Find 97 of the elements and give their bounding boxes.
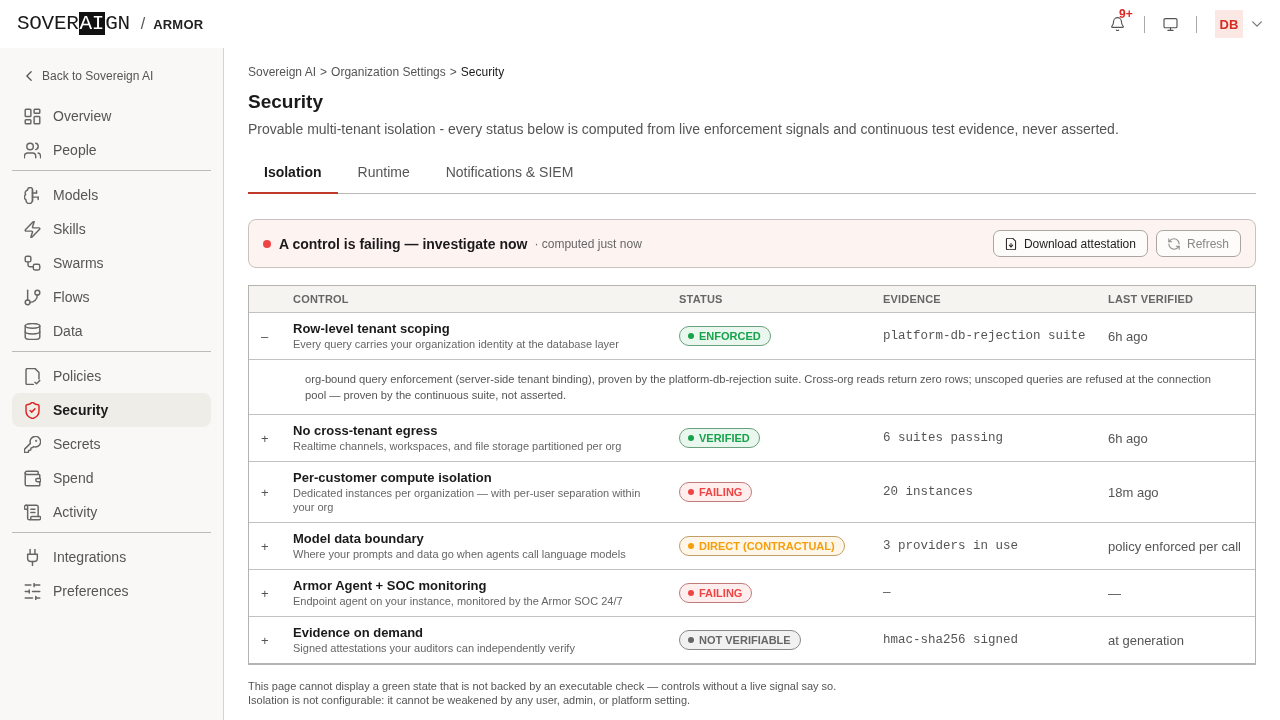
status-label: NOT VERIFIABLE [699,634,791,646]
evidence-text: 3 providers in use [883,539,1020,553]
evidence-text: 20 instances [883,485,974,499]
monitor-icon[interactable] [1163,17,1178,31]
database-icon [24,322,41,340]
lightning-icon [24,220,41,238]
control-description: Dedicated instances per organization — with per-user separation within your org [293,486,642,514]
expand-toggle[interactable]: + [261,484,269,500]
expand-toggle[interactable]: + [261,430,269,446]
tab[interactable]: Runtime [341,154,426,194]
control-name: No cross-tenant egress [293,423,439,439]
status-label: ENFORCED [699,330,761,342]
sidebar-item[interactable]: Activity [12,495,211,529]
expand-toggle[interactable]: – [261,328,269,344]
evidence-text: hmac-sha256 signed [883,633,1020,647]
evidence-text: platform-db-rejection suite [883,329,1087,343]
refresh-icon [1167,237,1180,250]
expand-toggle[interactable]: + [261,538,269,554]
sidebar-item[interactable]: Preferences [12,574,211,608]
control-description: Every query carries your organization identity at the database layer [293,337,620,351]
bell-icon[interactable] [1111,17,1124,31]
last-verified-text: 18m ago [1108,484,1160,500]
key-icon [24,435,41,453]
page-title: Security [248,90,324,114]
sidebar-item[interactable]: Overview [12,99,211,133]
row-detail-text: org-bound query enforcement (server-side tenant binding), proven by the platform-db-rejection suite. Cross-org reads return zero rows; unscoped queries are refused at the connection pool — proven by the continuous suite, not asserted. [305,372,1213,403]
sliders-icon [24,582,41,600]
branch-icon [24,288,41,306]
back-link[interactable]: Back to Sovereign AI [12,64,211,88]
column-header: STATUS [679,293,724,305]
control-name: Evidence on demand [293,625,425,641]
footnote: Isolation is not configurable: it cannot be weakened by any user, admin, or platform setting. [248,693,692,707]
alert-meta: · computed just now [534,236,642,251]
last-verified-text: 6h ago [1108,328,1149,344]
sidebar-item[interactable]: People [12,133,211,167]
control-description: Realtime channels, workspaces, and file storage partitioned per org [293,439,623,453]
sidebar-item[interactable]: Skills [12,212,211,246]
last-verified-text: policy enforced per call [1108,538,1242,554]
user-avatar[interactable]: DB [1215,10,1243,38]
sidebar-item[interactable]: Models [12,178,211,212]
status-dot-icon [263,239,271,248]
sidebar-item[interactable]: Swarms [12,246,211,280]
sidebar-item[interactable]: Policies [12,359,211,393]
control-name: Per-customer compute isolation [293,470,493,486]
last-verified-text: — [1108,585,1122,601]
control-description: Endpoint agent on your instance, monitored by the Armor SOC 24/7 [293,594,624,608]
last-verified-text: at generation [1108,632,1185,648]
shield-check-icon [24,401,41,419]
chevron-down-icon[interactable] [1252,21,1262,27]
evidence-text: — [883,586,892,600]
status-label: FAILING [699,587,743,599]
sidebar-item[interactable]: Spend [12,461,211,495]
chevron-left-icon [26,71,32,81]
sidebar-item[interactable]: Data [12,314,211,348]
column-header: LAST VERIFIED [1108,293,1195,305]
evidence-text: 6 suites passing [883,431,1005,445]
sidebar-item[interactable]: Flows [12,280,211,314]
breadcrumb-current: Security [460,65,505,79]
breadcrumb-link[interactable]: Sovereign AI [248,65,317,79]
last-verified-text: 6h ago [1108,430,1149,446]
sidebar-item[interactable]: Integrations [12,540,211,574]
breadcrumb-link[interactable]: Organization Settings [331,65,446,79]
scroll-icon [24,503,41,521]
page-description: Provable multi-tenant isolation - every status below is computed from live enforcement signals and continuous test evidence, never asserted. [248,120,1120,139]
plug-icon [24,548,41,566]
users-icon [24,141,41,159]
column-header: EVIDENCE [883,293,942,305]
document-check-icon [24,367,41,385]
dashboard-icon [24,107,41,125]
workflow-icon [24,254,41,272]
control-description: Signed attestations your auditors can independently verify [293,641,576,655]
expand-toggle[interactable]: + [261,632,269,648]
tab[interactable]: Notifications & SIEM [429,154,590,194]
control-name: Model data boundary [293,531,425,547]
control-description: Where your prompts and data go when agents call language models [293,547,627,561]
breadcrumb-separator: > [449,65,457,79]
logo-separator: / [140,15,146,33]
column-header: CONTROL [293,293,350,305]
expand-toggle[interactable]: + [261,585,269,601]
tab[interactable]: Isolation [248,154,338,194]
sidebar-item[interactable]: Secrets [12,427,211,461]
alert-message: A control is failing — investigate now [279,235,528,252]
product-name: ARMOR [153,16,204,32]
status-label: DIRECT (CONTRACTUAL) [699,540,835,552]
breadcrumb-separator: > [320,65,328,79]
sidebar-item[interactable]: Security [12,393,211,427]
brain-icon [24,186,41,204]
status-label: FAILING [699,486,743,498]
notification-count: 9+ [1119,8,1133,21]
file-download-icon [1004,237,1017,250]
download-button[interactable]: Download attestation [992,230,1148,257]
control-name: Armor Agent + SOC monitoring [293,578,488,594]
footnote: This page cannot display a green state that is not backed by an executable check — controls without a live signal say so. [248,679,838,693]
control-name: Row-level tenant scoping [293,321,451,337]
status-label: VERIFIED [699,432,750,444]
wallet-icon [24,469,41,487]
logo: SOVERAIGN [17,12,130,36]
